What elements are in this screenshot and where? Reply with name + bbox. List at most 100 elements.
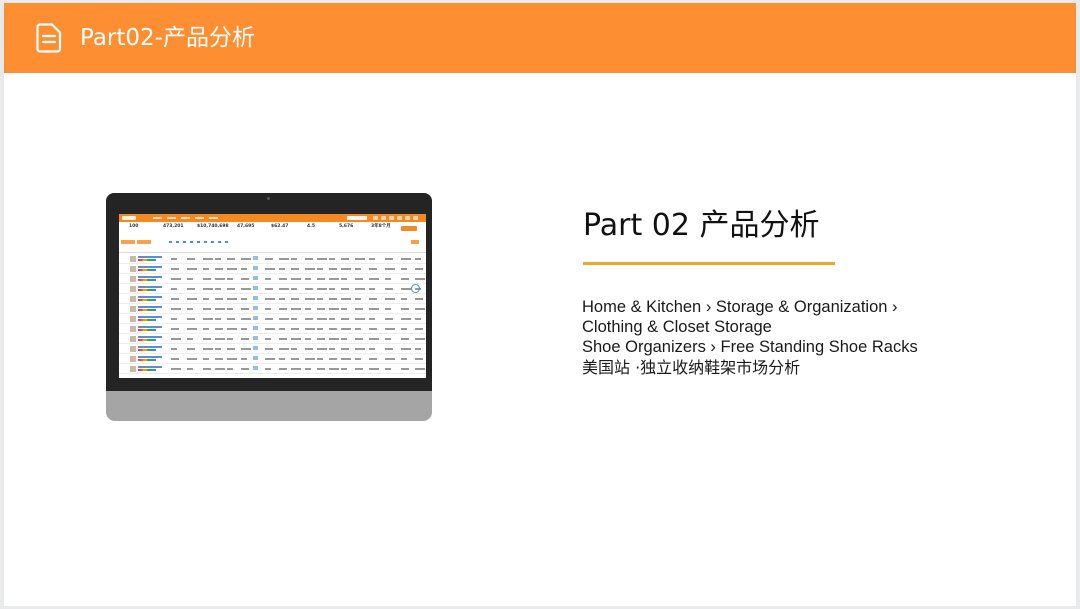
screen-table-cell (241, 288, 251, 290)
screen-table-row (119, 264, 426, 274)
screen-table-cell (401, 358, 407, 360)
breadcrumb-separator: › (892, 298, 898, 316)
screen-table-cell (415, 308, 425, 310)
screen-table-cell (227, 308, 233, 310)
screen-nav-item (153, 217, 162, 219)
screen-table-cell (355, 348, 365, 350)
category-breadcrumb: Home & Kitchen › Storage & Organization … (582, 297, 1072, 357)
screen-filter-button (411, 240, 419, 244)
screen-table-cell (341, 318, 349, 320)
screen-table-cell (265, 258, 273, 260)
screen-nav-item (209, 217, 218, 219)
screen-table-cell (329, 368, 339, 370)
screen-table-cell (291, 368, 301, 370)
screen-table-row (119, 344, 426, 354)
screen-table-cell (215, 268, 223, 270)
screen-table-cell (215, 308, 225, 310)
screen-table-cell (241, 318, 251, 320)
header-title: Part02-产品分析 (80, 25, 255, 51)
screen-table-cell (227, 338, 233, 340)
screen-table-cell (401, 288, 411, 290)
screen-filter-row (121, 240, 421, 245)
screen-table-cell (291, 338, 301, 340)
screen-table-cell (305, 308, 311, 310)
section-title: Part 02 产品分析 (583, 208, 820, 243)
screen-nav-item (195, 217, 204, 219)
screen-table-cell (415, 298, 423, 300)
screen-table-cell (253, 286, 258, 290)
screen-product-thumb (130, 366, 136, 372)
screen-table-cell (329, 258, 335, 260)
screen-table-cell (241, 258, 251, 260)
screen-table-cell (171, 318, 177, 320)
screen-table-cell (401, 328, 407, 330)
screen-table-cell (355, 328, 361, 330)
slide: Part02-产品分析 100 473,201 $10,740,698 47,6… (4, 3, 1076, 606)
screen-table-cell (253, 356, 258, 360)
screen-table-cell (187, 328, 197, 330)
screen-table-cell (305, 278, 311, 280)
screen-table-cell (369, 338, 379, 340)
screen-table-cell (291, 358, 299, 360)
screen-table-cell (227, 258, 235, 260)
screen-table-cell (265, 368, 271, 370)
screen-table-cell (317, 278, 325, 280)
screen-table-cell (341, 368, 347, 370)
screen-table-cell (415, 338, 425, 340)
screen-table-cell (369, 368, 379, 370)
screen-filter-chip (183, 241, 186, 243)
screen-stat: 47,695 (237, 224, 255, 229)
screen-table-cell (203, 308, 211, 310)
screen-table-cell (171, 268, 179, 270)
screen-table-cell (171, 308, 181, 310)
screen-product-tags (138, 259, 156, 261)
screen-table-cell (317, 328, 323, 330)
document-icon (36, 23, 62, 53)
screen-table-cell (171, 278, 181, 280)
screen-product-title (138, 296, 162, 298)
screen-product-tags (138, 359, 156, 361)
screen-product-thumb (130, 346, 136, 352)
screen-table-cell (187, 298, 197, 300)
screen-table-cell (385, 338, 391, 340)
screen-table-cell (385, 268, 395, 270)
screen-table-cell (341, 348, 349, 350)
screen-table-cell (215, 348, 221, 350)
screen-table-cell (187, 288, 195, 290)
screen-table-cell (279, 348, 289, 350)
screen-table-cell (305, 348, 313, 350)
screen-product-tags (138, 309, 156, 311)
screen-product-thumb (130, 286, 136, 292)
screen-table-cell (401, 298, 407, 300)
screen-table-cell (341, 358, 351, 360)
monitor-mockup: 100 473,201 $10,740,698 47,695 $62.47 4.… (106, 193, 432, 421)
screen-product-thumb (130, 276, 136, 282)
screen-table-row (119, 274, 426, 284)
screen-table-cell (385, 308, 391, 310)
screen-table-cell (369, 328, 377, 330)
screen-table-cell (291, 328, 299, 330)
screen-float-badge (411, 284, 420, 293)
screen-table-cell (369, 358, 377, 360)
screen-table-cell (291, 318, 297, 320)
screen-product-tags (138, 279, 156, 281)
screen-table-cell (203, 368, 211, 370)
screen-table-cell (415, 278, 425, 280)
screen-table-cell (241, 278, 249, 280)
screen-table-cell (203, 358, 209, 360)
screen-filter-chip (169, 241, 172, 243)
monitor-chin (106, 391, 432, 421)
screen-table-cell (369, 258, 375, 260)
screen-table-cell (279, 318, 289, 320)
screen-table-cell (215, 258, 221, 260)
screen-table-cell (355, 268, 361, 270)
screen-table-cell (341, 298, 351, 300)
screen-table-cell (369, 288, 375, 290)
screen-table-cell (227, 368, 233, 370)
screen-table-cell (227, 298, 237, 300)
screen-table-cell (187, 358, 197, 360)
screen-table-cell (279, 298, 285, 300)
screen-product-tags (138, 369, 156, 371)
screen-table-cell (329, 358, 337, 360)
screen-product-thumb (130, 306, 136, 312)
